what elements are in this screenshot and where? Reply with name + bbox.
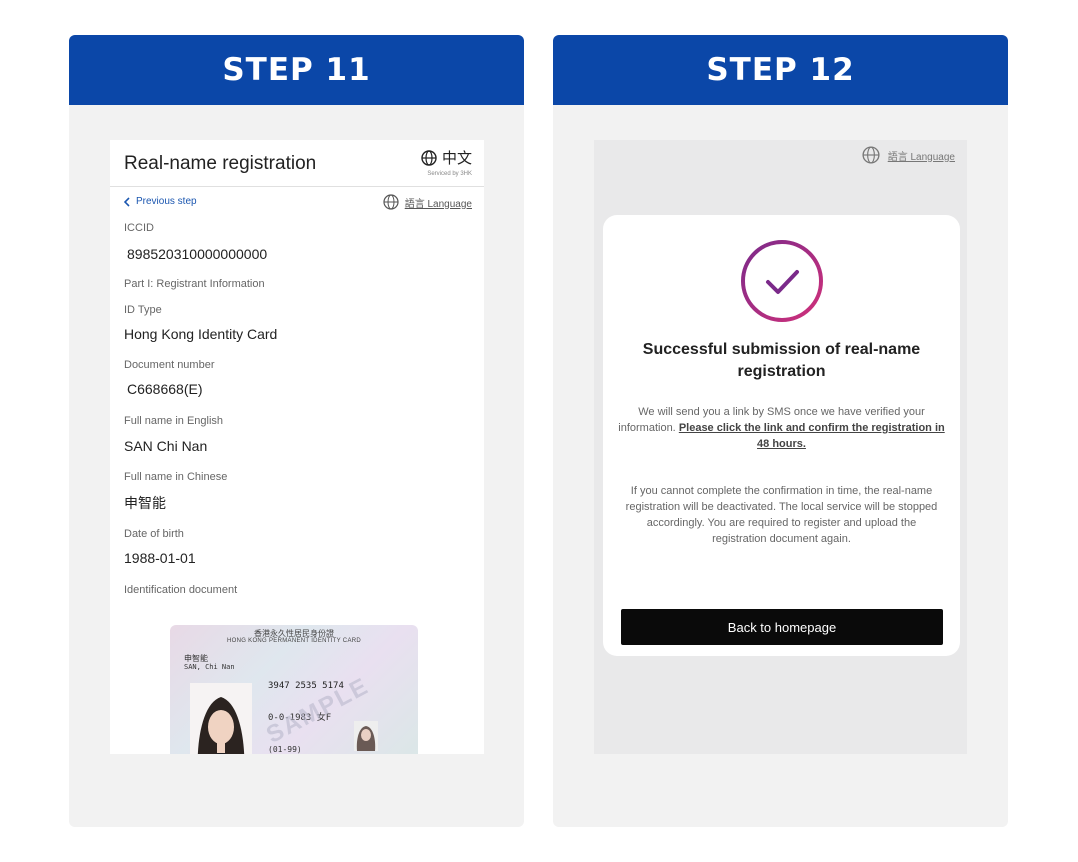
- success-dialog: Successful submission of real-name regis…: [603, 215, 960, 656]
- app-header: Real-name registration 中文 Serviced by 3H…: [110, 140, 484, 187]
- previous-step-link[interactable]: Previous step: [124, 196, 197, 207]
- language-link-label: 語言 Language: [887, 151, 955, 163]
- document-number-label: Document number: [124, 359, 215, 371]
- page-title: Real-name registration: [124, 153, 317, 174]
- success-title: Successful submission of real-name regis…: [642, 341, 921, 380]
- language-label: 中文: [441, 150, 472, 167]
- document-number-value: C668668(E): [127, 381, 203, 397]
- language-switch[interactable]: 中文: [421, 147, 472, 168]
- serviced-by-text: Serviced by 3HK: [427, 171, 472, 177]
- step-11-header: STEP 11: [69, 35, 524, 105]
- sms-message: We will send you a link by SMS once we h…: [617, 404, 946, 452]
- id-card-photo: [190, 683, 252, 754]
- id-card-name-en: SAN, Chi Nan: [184, 663, 235, 671]
- globe-icon: [862, 146, 880, 164]
- success-screen: 語言 Language Successful submission of rea…: [594, 140, 967, 754]
- language-link[interactable]: 語言 Language: [862, 146, 955, 164]
- language-link[interactable]: 語言 Language: [383, 194, 472, 210]
- language-link-label: 語言 Language: [404, 198, 472, 210]
- globe-icon: [421, 149, 437, 166]
- id-card-title-en: HONG KONG PERMANENT IDENTITY CARD: [226, 638, 362, 644]
- dob-value: 1988-01-01: [124, 550, 196, 566]
- portrait-small-icon: [356, 726, 376, 751]
- step-11-card: STEP 11 Real-name registration 中文 Servic…: [69, 35, 524, 827]
- globe-icon: [383, 194, 399, 210]
- name-en-label: Full name in English: [124, 415, 224, 427]
- id-type-label: ID Type: [124, 304, 162, 316]
- confirm-link-text: Please click the link and confirm the re…: [678, 422, 945, 450]
- registration-form-screen: Real-name registration 中文 Serviced by 3H…: [110, 140, 484, 754]
- iccid-value: 898520310000000000: [127, 246, 268, 262]
- previous-step-label: Previous step: [136, 196, 197, 207]
- portrait-icon: [197, 697, 245, 754]
- name-en-value: SAN Chi Nan: [124, 438, 208, 454]
- chevron-left-icon: [124, 196, 130, 207]
- section-label: Part I: Registrant Information: [124, 278, 265, 290]
- iccid-label: ICCID: [124, 222, 154, 234]
- step-12-header: STEP 12: [553, 35, 1008, 105]
- check-circle-icon: [740, 239, 824, 323]
- id-card-small-photo: [354, 721, 378, 751]
- deactivation-warning: If you cannot complete the confirmation …: [625, 485, 938, 545]
- step-12-card: STEP 12 語言 Language Successful submissio…: [553, 35, 1008, 827]
- id-card-image: 香港永久性居民身份證 HONG KONG PERMANENT IDENTITY …: [170, 625, 418, 754]
- name-cn-value: 申智能: [124, 495, 166, 511]
- form-nav: Previous step 語言 Language: [110, 187, 484, 215]
- dob-label: Date of birth: [124, 528, 184, 540]
- id-type-value: Hong Kong Identity Card: [124, 326, 278, 342]
- back-to-homepage-button[interactable]: Back to homepage: [621, 609, 943, 645]
- name-cn-label: Full name in Chinese: [124, 471, 228, 483]
- id-document-label: Identification document: [124, 584, 238, 596]
